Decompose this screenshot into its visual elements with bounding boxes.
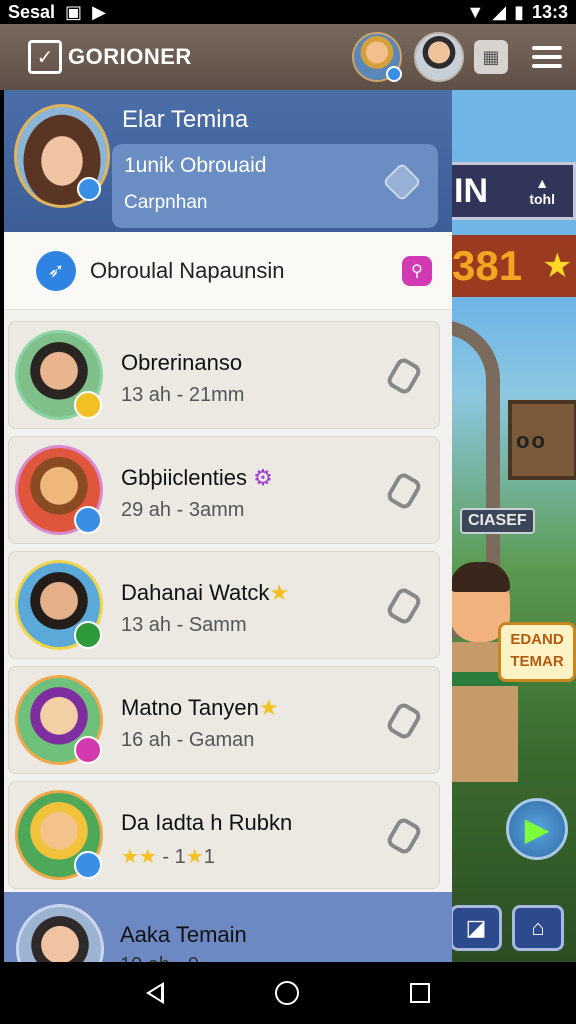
carrier-label: Sesal: [8, 1, 56, 22]
game-badge: EDAND TEMAR: [498, 622, 576, 682]
item-sub: 16 ah - Gaman: [121, 729, 255, 751]
list-item[interactable]: Obrerinanso 13 ah - 21mm: [8, 321, 440, 429]
list-item[interactable]: Da Iadta h Rubkn ★★ - 1★1: [8, 781, 440, 889]
play-notif-icon: ▶: [92, 1, 106, 22]
item-sub: 13 ah - Samm: [121, 614, 247, 636]
item-name: Da Iadta h Rubkn: [121, 810, 293, 835]
section-action-button[interactable]: ⚲: [402, 255, 432, 286]
profile-name: Elar Temina: [122, 106, 249, 133]
star-icon: ★: [258, 695, 279, 720]
game-sign: IN ▲ tohl: [450, 162, 576, 220]
star-icon: ★: [542, 247, 573, 285]
item-sub: ★★ - 1★1: [121, 846, 215, 868]
star-icon: ★★: [121, 846, 157, 868]
hamburger-icon[interactable]: [532, 46, 562, 68]
grid-button[interactable]: ▦: [474, 40, 508, 74]
item-name: Aaka Temain: [120, 922, 247, 947]
item-name: Obrerinanso: [121, 350, 243, 375]
item-name: Matno Tanyen★: [121, 695, 279, 720]
game-eyes: oo: [516, 428, 547, 453]
star-icon: ★: [269, 580, 290, 605]
status-icon: [74, 736, 102, 764]
profile-card[interactable]: 1unik Obrouaid Carpnhan: [112, 144, 438, 228]
messenger-icon: ➶: [36, 250, 76, 291]
chevron-icon[interactable]: [384, 355, 424, 397]
header-avatar-2[interactable]: [414, 32, 464, 82]
chevron-icon[interactable]: [384, 700, 424, 742]
avatar: [15, 560, 103, 650]
verified-icon: [77, 177, 101, 201]
avatar: [15, 790, 103, 880]
game-background: IN ▲ tohl 381 ★ oo CIASEF EDAND TEMAR ▶ ◪…: [450, 90, 576, 962]
side-drawer: Elar Temina 1unik Obrouaid Carpnhan ➶ Ob…: [4, 90, 452, 962]
chevron-icon[interactable]: [384, 815, 424, 857]
badge-icon: ⚙: [253, 465, 273, 490]
game-sign-text: IN: [454, 171, 488, 210]
list-item[interactable]: Dahanai Watck★ 13 ah - Samm: [8, 551, 440, 659]
drawer-header: Elar Temina 1unik Obrouaid Carpnhan: [4, 90, 452, 232]
status-icon: [74, 621, 102, 649]
list-item[interactable]: Matno Tanyen★ 16 ah - Gaman: [8, 666, 440, 774]
wifi-icon: ▼: [466, 1, 485, 22]
app-notif-icon: ▣: [65, 1, 83, 22]
chevron-icon[interactable]: [384, 585, 424, 627]
verified-icon: [74, 851, 102, 879]
item-name: Dahanai Watck★: [121, 580, 290, 605]
status-bar: Sesal ▣ ▶ ▼ ◢ ▮ 13:3: [0, 0, 576, 24]
verified-icon: [74, 506, 102, 534]
contact-list: Obrerinanso 13 ah - 21mm Gbþiiclenties ⚙…: [4, 310, 452, 889]
grid-icon: ▦: [482, 46, 500, 67]
play-icon: ▶: [524, 811, 550, 847]
list-item-partial[interactable]: Aaka Temain 10 ah - 9: [4, 892, 452, 962]
signal-icon: ◢: [492, 1, 507, 22]
play-button[interactable]: ▶: [506, 798, 568, 860]
app-title: GORIONER: [68, 44, 192, 69]
list-item[interactable]: Gbþiiclenties ⚙ 29 ah - 3amm: [8, 436, 440, 544]
recents-icon[interactable]: [410, 983, 431, 1003]
home-icon[interactable]: [274, 981, 299, 1005]
avatar: [16, 904, 104, 962]
profile-card-line1: 1unik Obrouaid: [124, 154, 267, 177]
check-icon: ✓: [28, 40, 62, 74]
game-sign-small: ▲ tohl: [529, 175, 555, 207]
profile-card-line2: Carpnhan: [124, 192, 208, 213]
avatar: [15, 675, 103, 765]
clock: 13:3: [531, 1, 568, 22]
item-sub: 10 ah - 9: [120, 954, 199, 962]
verified-icon: [386, 66, 402, 82]
app-bar: ✓ GORIONER ▦: [0, 24, 576, 90]
avatar: [15, 330, 103, 420]
section-label: Obroulal Napaunsin: [90, 257, 285, 283]
profile-avatar[interactable]: [14, 104, 110, 208]
system-nav-bar: [0, 962, 576, 1024]
game-button-left[interactable]: ◪: [450, 905, 502, 951]
game-score-sign: 381 ★: [450, 235, 576, 297]
chevron-icon[interactable]: [384, 470, 424, 512]
item-name: Gbþiiclenties ⚙: [121, 465, 273, 490]
game-button-right[interactable]: ⌂: [512, 905, 564, 951]
item-sub: 13 ah - 21mm: [121, 384, 245, 406]
back-icon[interactable]: [145, 982, 164, 1004]
header-avatar-1[interactable]: [352, 32, 402, 82]
battery-icon: ▮: [514, 1, 524, 22]
star-icon: ★: [185, 846, 204, 868]
crown-icon: [74, 391, 102, 419]
game-tag: CIASEF: [460, 508, 535, 534]
avatar: [15, 445, 103, 535]
game-score-text: 381: [452, 242, 523, 289]
item-sub: 29 ah - 3amm: [121, 499, 245, 521]
section-header[interactable]: ➶ Obroulal Napaunsin ⚲: [4, 232, 452, 310]
